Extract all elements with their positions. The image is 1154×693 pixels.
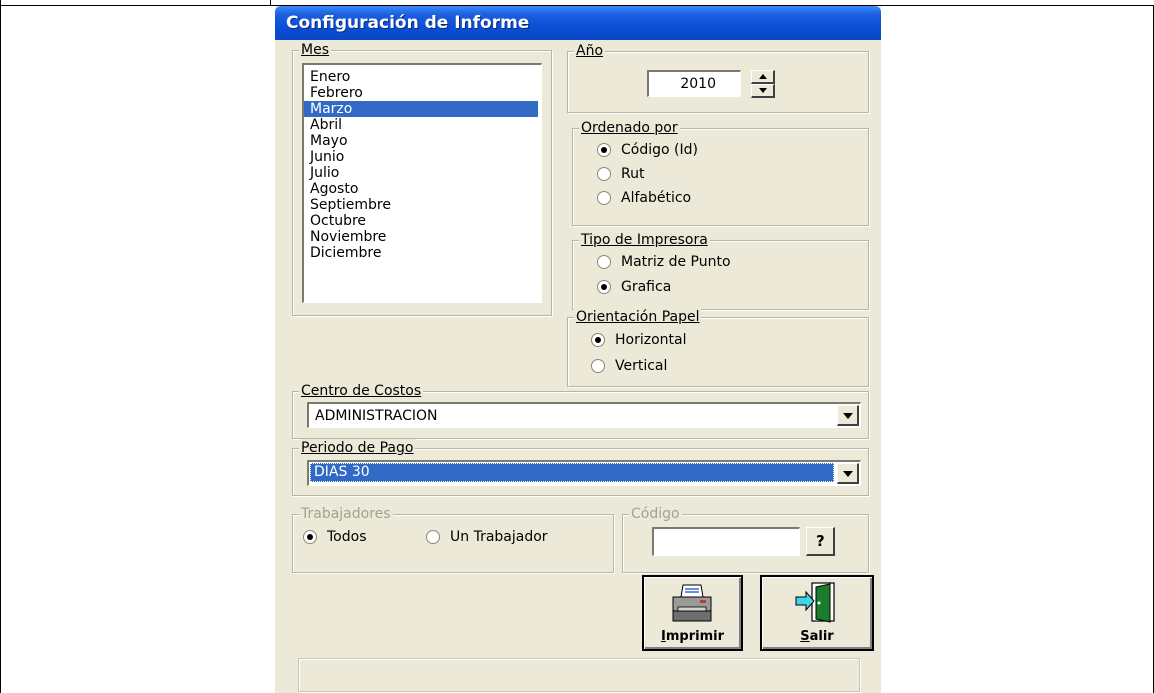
paper-orientation-option[interactable]: Vertical [591,358,667,374]
year-input[interactable]: 2010 [647,70,741,97]
paper-orientation-option-label: Horizontal [615,332,687,348]
exit-label: Salir [800,629,834,644]
chevron-down-icon [759,88,767,93]
month-list-item[interactable]: Diciembre [304,245,538,261]
title-bar[interactable]: Configuración de Informe [275,6,881,40]
radio-button[interactable] [597,191,611,205]
code-lookup-label: ? [816,532,825,550]
month-listbox[interactable]: Enero Febrero Marzo Abril Mayo Junio Julio Agos… [302,63,542,303]
sort-by-option-label: Código (Id) [621,142,698,158]
cost-center-value: ADMINISTRACION [315,408,438,424]
year-spinner[interactable] [751,70,775,98]
exit-door-icon [795,582,835,623]
exit-button[interactable]: Salir [760,575,874,651]
month-list-item[interactable]: Octubre [304,213,538,229]
pay-period-selection-highlight: DIAS 30 [310,463,834,482]
report-config-dialog: Configuración de Informe Mes Enero Febrer… [275,6,881,693]
code-input[interactable] [652,527,800,556]
year-value: 2010 [680,76,716,92]
printer-type-group-label: Tipo de Impresora [579,231,710,249]
month-list-item[interactable]: Febrero [304,85,538,101]
radio-button[interactable] [426,530,440,544]
pay-period-dropdown-button[interactable] [837,463,859,484]
month-list-item[interactable]: Agosto [304,181,538,197]
month-list-item[interactable]: Marzo [304,101,538,117]
radio-button[interactable] [591,359,605,373]
cost-center-group-label: Centro de Costos [299,382,424,400]
printer-icon [672,584,712,622]
printer-type-option[interactable]: Grafica [597,279,671,295]
sort-by-option[interactable]: Alfabético [597,190,691,206]
code-lookup-button[interactable]: ? [806,527,835,556]
print-button[interactable]: Imprimir [642,575,743,651]
month-list-item[interactable]: Mayo [304,133,538,149]
cost-center-dropdown-button[interactable] [837,405,859,426]
sort-by-option-label: Alfabético [621,190,692,206]
radio-button[interactable] [591,333,605,347]
printer-type-option-label: Matriz de Punto [621,254,731,270]
status-bar [298,658,860,692]
page-frame-left [0,5,1,693]
month-list-item[interactable]: Septiembre [304,197,538,213]
month-list-item[interactable]: Noviembre [304,229,538,245]
print-label: Imprimir [661,629,724,644]
sort-by-option[interactable]: Rut [597,166,644,182]
paper-orientation-option-label: Vertical [615,358,668,374]
month-list-item[interactable]: Julio [304,165,538,181]
radio-button[interactable] [597,143,611,157]
radio-button[interactable] [303,530,317,544]
cost-center-select[interactable]: ADMINISTRACION [307,402,861,428]
month-list-item[interactable]: Abril [304,117,538,133]
window-title: Configuración de Informe [286,13,530,33]
paper-orientation-group: Orientación Papel [567,308,869,387]
printer-type-option[interactable]: Matriz de Punto [597,254,731,270]
code-group-label: Código [629,505,682,523]
paper-orientation-group-label: Orientación Papel [574,308,702,326]
page-frame-top-left [0,0,1,6]
year-down-button[interactable] [751,84,775,98]
month-list-item[interactable]: Enero [304,69,538,85]
workers-option[interactable]: Un Trabajador [426,529,548,545]
pay-period-group-label: Periodo de Pago [299,439,416,457]
radio-button[interactable] [597,280,611,294]
chevron-down-icon [843,413,853,419]
pay-period-select[interactable]: DIAS 30 [307,460,861,486]
year-group-label: Año [574,42,606,60]
paper-orientation-option[interactable]: Horizontal [591,332,686,348]
sort-by-group-label: Ordenado por [579,119,680,137]
pay-period-value: DIAS 30 [314,464,370,480]
radio-button[interactable] [597,167,611,181]
sort-by-option-label: Rut [621,166,645,182]
sort-by-option[interactable]: Código (Id) [597,142,698,158]
printer-type-group: Tipo de Impresora [572,231,869,310]
workers-group-label: Trabajadores [299,505,393,523]
year-up-button[interactable] [751,70,775,84]
radio-button[interactable] [597,255,611,269]
page-frame-top-mid [270,0,271,6]
chevron-down-icon [843,471,853,477]
workers-option[interactable]: Todos [303,529,366,545]
workers-option-label: Todos [327,529,367,545]
month-list-item[interactable]: Junio [304,149,538,165]
printer-type-option-label: Grafica [621,279,672,295]
workers-option-label: Un Trabajador [450,529,548,545]
month-group-label: Mes [299,41,331,59]
chevron-up-icon [759,74,767,79]
